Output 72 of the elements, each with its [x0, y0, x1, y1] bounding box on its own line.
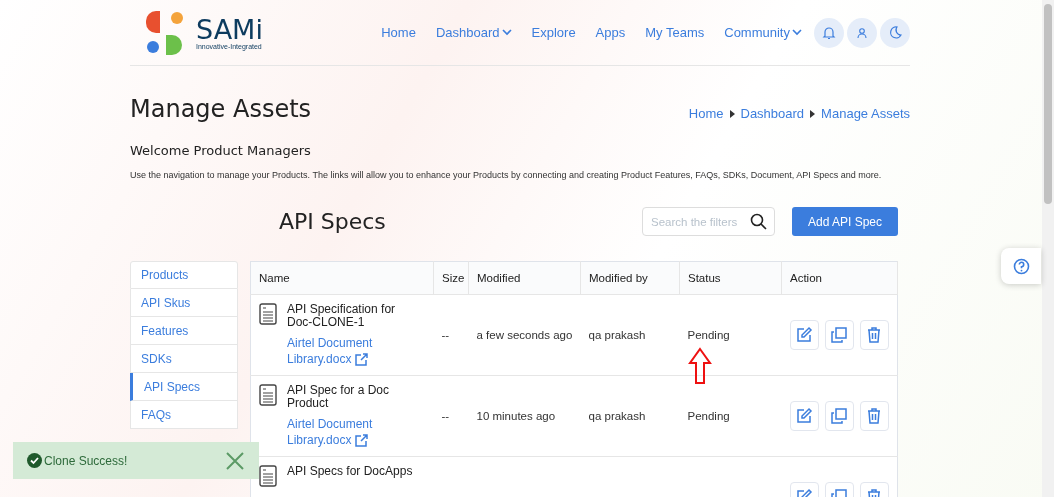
nav-link[interactable]: Apps: [595, 25, 626, 40]
close-icon: [225, 450, 245, 471]
brand-name: SAMi: [196, 15, 263, 43]
spec-name: API Spec for a Doc Product: [287, 384, 391, 410]
column-header: Modified by: [580, 261, 680, 295]
moon-icon: [888, 26, 902, 39]
nav-link[interactable]: Dashboard: [435, 25, 512, 40]
external-link-icon: [355, 353, 369, 367]
check-circle-icon: [27, 453, 42, 468]
copy-button[interactable]: [824, 320, 854, 350]
size-text: --: [441, 329, 450, 341]
column-header: Name: [250, 261, 434, 295]
pencil-icon: [795, 326, 814, 344]
nav-link[interactable]: Explore: [531, 25, 576, 40]
document-icon: [259, 384, 277, 406]
file-link[interactable]: Airtel Document Library.docx: [287, 335, 382, 367]
external-link-icon: [355, 434, 369, 448]
sidebar-item[interactable]: API Skus: [130, 289, 238, 317]
sidebar-item[interactable]: FAQs: [130, 401, 238, 429]
modified-text: 10 minutes ago: [476, 410, 556, 422]
page-title: Manage Assets: [130, 95, 312, 123]
profile-button[interactable]: [847, 17, 877, 48]
nav-link[interactable]: Community: [724, 25, 802, 40]
modified-by-text: qa prakash: [588, 329, 646, 341]
breadcrumb-link[interactable]: Manage Assets: [821, 106, 910, 121]
document-icon: [259, 303, 277, 325]
status-text: Pending: [687, 410, 730, 422]
close-button[interactable]: [225, 450, 245, 471]
column-header: Modified: [468, 261, 581, 295]
toast-message: Clone Success!: [44, 453, 128, 468]
copy-icon: [830, 407, 849, 425]
nav-link[interactable]: My Teams: [645, 25, 705, 40]
file-link[interactable]: Airtel Document Library.docx: [287, 416, 382, 448]
bell-icon: [822, 25, 836, 40]
status-text: Pending: [687, 329, 730, 341]
page-description: Use the navigation to manage your Products. The links will allow you to enhance your Products by connecting and creating Product Features, FAQs, SDKs, Document, API Specs and more.: [130, 170, 883, 180]
welcome-heading: Welcome Product Managers: [130, 143, 312, 158]
edit-button[interactable]: [789, 401, 819, 431]
breadcrumb-separator-icon: [729, 109, 735, 118]
modified-text: a few seconds ago: [476, 329, 573, 341]
copy-button[interactable]: [824, 401, 854, 431]
column-header: Status: [679, 261, 782, 295]
document-icon: [259, 465, 277, 487]
delete-button[interactable]: [859, 320, 889, 350]
sidebar-item[interactable]: API Specs: [130, 373, 238, 401]
sidebar-item[interactable]: SDKs: [130, 345, 238, 373]
size-text: --: [441, 410, 450, 422]
delete-button[interactable]: [859, 401, 889, 431]
help-icon: [1012, 257, 1030, 275]
spec-name: API Specification for Doc-CLONE-1: [287, 303, 397, 329]
dark-mode-button[interactable]: [880, 17, 910, 48]
edit-button[interactable]: [789, 320, 819, 350]
notification-button[interactable]: [814, 17, 844, 48]
breadcrumb-separator-icon: [810, 109, 816, 118]
scrollbar-thumb[interactable]: [1044, 4, 1052, 204]
sidebar-item[interactable]: Features: [130, 317, 238, 345]
spec-name: API Specs for DocApps: [287, 465, 414, 478]
nav-link[interactable]: Home: [381, 25, 416, 40]
pencil-icon: [795, 407, 814, 425]
section-title: API Specs: [279, 209, 386, 234]
breadcrumb-link[interactable]: Home: [688, 106, 724, 121]
copy-icon: [830, 326, 849, 344]
search-field[interactable]: Search the filters: [642, 207, 775, 236]
column-header: Action: [781, 261, 898, 295]
breadcrumb-link[interactable]: Dashboard: [740, 106, 805, 121]
modified-by-text: qa prakash: [588, 410, 646, 422]
help-button[interactable]: [1001, 248, 1041, 284]
column-header: Size: [433, 261, 469, 295]
search-icon: [750, 213, 767, 230]
add-api-spec-button[interactable]: Add API Spec: [792, 207, 898, 236]
sidebar-item[interactable]: Products: [130, 261, 238, 289]
user-icon: [856, 26, 868, 39]
